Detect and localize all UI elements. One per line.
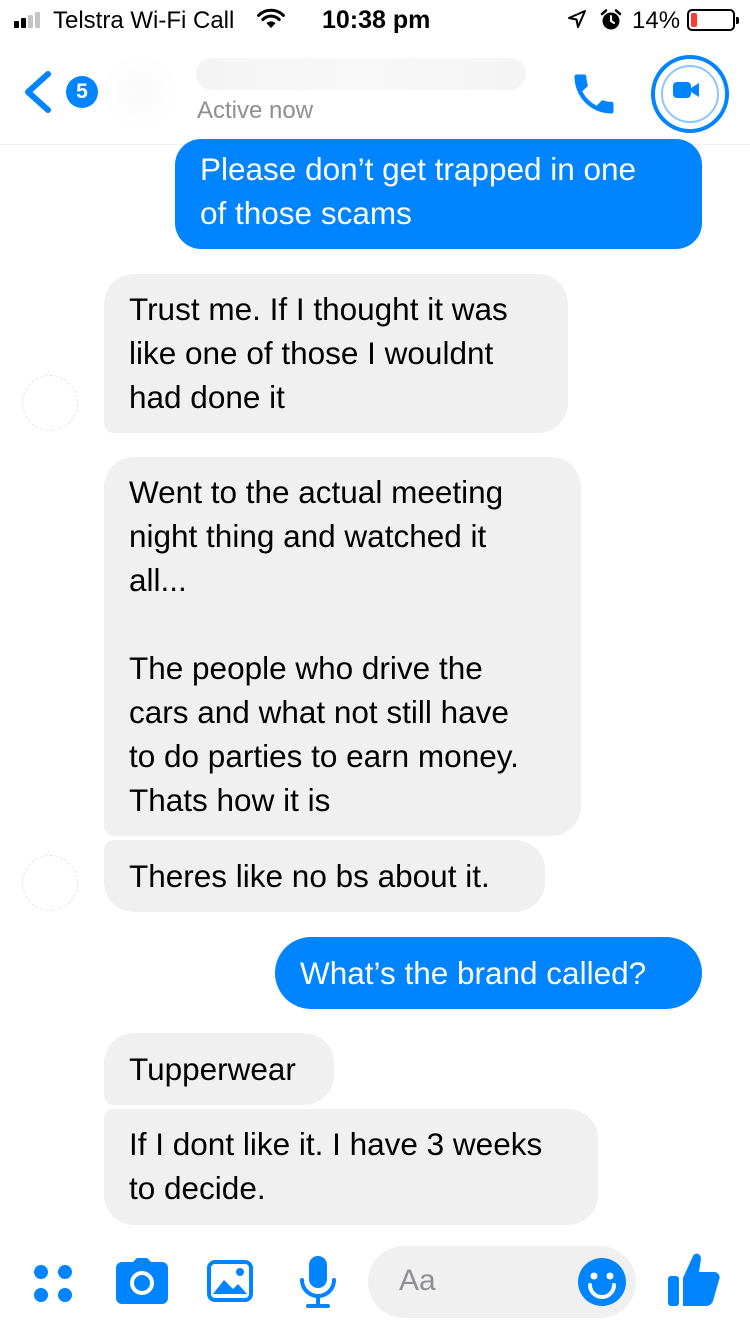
contact-avatar-small [22,375,78,431]
presence-status: Active now [197,97,314,124]
contact-avatar-small [22,855,78,911]
signal-icon [14,10,46,28]
message-bubble[interactable]: Trust me. If I thought it was like one o… [104,274,568,433]
message-input-placeholder: Aa [399,1264,436,1297]
photo-icon[interactable] [207,1260,253,1302]
message-bubble[interactable]: What’s the brand called? [275,937,702,1009]
message-composer: Aa [0,1228,750,1333]
contact-name-redacted[interactable] [196,58,526,90]
battery-percent: 14% [632,7,681,34]
battery-icon [687,9,739,31]
status-bar: Telstra Wi-Fi Call 10:38 pm 14% [0,0,750,40]
alarm-icon [600,9,622,30]
conversation-header: 5 Active now [0,40,750,145]
message-bubble[interactable]: Went to the actual meeting night thing a… [104,457,581,836]
camera-icon[interactable] [116,1258,168,1304]
message-bubble[interactable]: Please don’t get trapped in one of those… [175,139,702,249]
video-call-button[interactable] [651,55,729,133]
back-chevron-icon [25,71,51,113]
thumbs-up-icon[interactable] [668,1252,720,1306]
unread-count-badge: 5 [66,76,98,108]
message-bubble[interactable]: If I dont like it. I have 3 weeks to dec… [104,1109,598,1225]
contact-avatar[interactable] [100,52,180,132]
carrier-name: Telstra Wi-Fi Call [53,7,235,34]
back-button[interactable]: 5 [18,68,98,116]
wifi-icon [257,8,285,28]
video-camera-icon [673,82,699,98]
message-bubble[interactable]: Tupperwear [104,1033,334,1105]
location-arrow-icon [568,10,586,28]
status-time: 10:38 pm [322,6,431,34]
microphone-icon[interactable] [298,1256,338,1310]
apps-grid-icon[interactable] [33,1264,75,1306]
phone-icon[interactable] [568,68,620,120]
message-bubble[interactable]: Theres like no bs about it. [104,840,545,912]
emoji-icon[interactable] [578,1258,626,1306]
